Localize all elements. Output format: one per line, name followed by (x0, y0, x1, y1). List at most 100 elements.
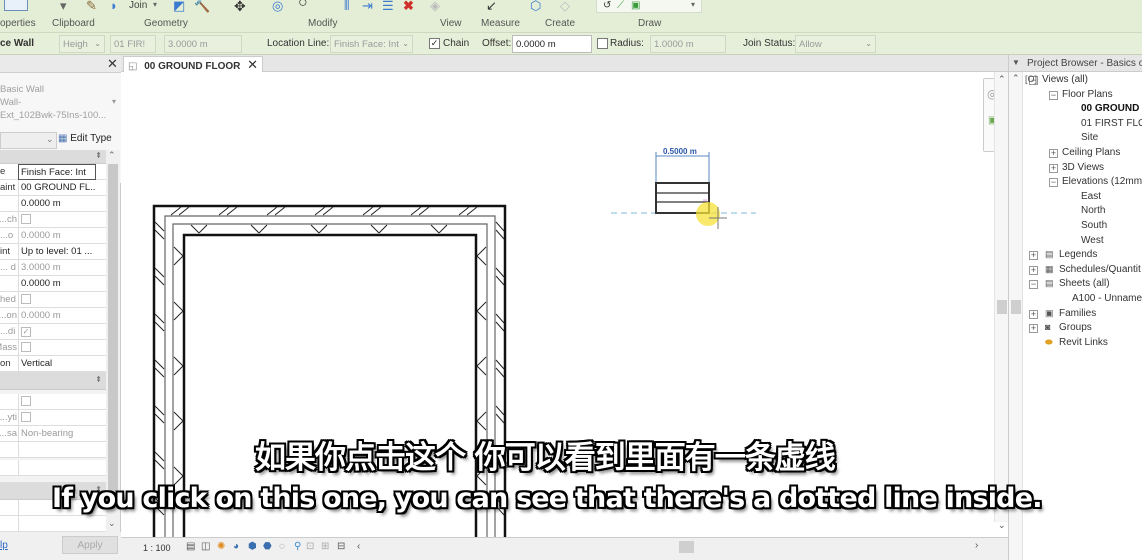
move-icon[interactable]: ✥ (234, 0, 246, 13)
tree-item[interactable]: Views (all) (1042, 74, 1088, 85)
property-row[interactable]: int Up to level: 01 ... (0, 244, 106, 260)
property-row[interactable]: d ... 3.0000 m (0, 260, 106, 276)
view-icon[interactable]: ◈ (430, 0, 440, 12)
array-icon[interactable]: ☰ (382, 0, 394, 12)
arc-icon[interactable]: ↺ (603, 0, 611, 11)
temporary-hide-icon[interactable]: ◌ (279, 541, 285, 552)
join-icon[interactable]: ◗ (110, 0, 118, 12)
canvas-horizontal-scrollbar[interactable]: › (371, 540, 991, 554)
property-checkbox[interactable]: ✓ (21, 327, 31, 337)
create-component-icon[interactable]: ⬡ (530, 0, 541, 12)
create-group-icon[interactable]: ◇ (560, 0, 570, 12)
expand-node-icon[interactable]: + (1049, 149, 1058, 158)
temporary-view-properties-icon[interactable]: ⊡ (306, 541, 314, 552)
expand-node-icon[interactable]: + (1029, 251, 1038, 261)
draw-gallery[interactable]: ↺ ⟋ ▣ ▾ (596, 0, 702, 13)
tree-item[interactable]: 01 FIRST FLOC (1081, 118, 1142, 129)
align-icon[interactable]: ⫴ (344, 0, 349, 12)
property-row[interactable]: e Finish Face: Int (0, 164, 106, 180)
tree-item[interactable]: Groups (1059, 322, 1092, 333)
expand-node-icon[interactable]: + (1029, 265, 1038, 275)
measure-icon[interactable]: ↙ (486, 0, 497, 12)
scroll-down-icon[interactable]: ⌄ (108, 518, 116, 529)
shadows-icon[interactable]: ◕ (233, 541, 239, 552)
height-value-field[interactable]: 3.0000 m (164, 35, 242, 53)
view-scale[interactable]: 1 : 100 (143, 543, 171, 553)
tree-item[interactable]: A100 - Unnamed (1072, 293, 1142, 304)
tree-item[interactable]: Legends (1059, 249, 1097, 260)
rotate-icon[interactable]: ○ (298, 0, 308, 11)
offset-icon[interactable]: ⇥ (362, 0, 373, 12)
property-value[interactable]: 0.0000 m (18, 308, 96, 324)
scroll-thumb[interactable] (1011, 300, 1021, 314)
tree-item[interactable]: South (1081, 220, 1107, 231)
property-checkbox[interactable] (21, 342, 31, 352)
chain-checkbox[interactable]: ✓ (429, 38, 440, 49)
property-value[interactable] (18, 410, 96, 426)
property-group-header[interactable]: ⇞ (0, 372, 106, 390)
property-value[interactable] (18, 212, 96, 228)
copy-icon[interactable]: ◎ (272, 0, 283, 12)
project-browser-menu-icon[interactable]: ▼ (1012, 58, 1020, 67)
property-checkbox[interactable] (21, 412, 31, 422)
temporary-dimension-label[interactable]: 0.5000 m (663, 147, 697, 156)
property-value[interactable] (18, 460, 96, 476)
tree-item[interactable]: Site (1081, 132, 1098, 143)
join-button[interactable]: Join (129, 0, 147, 11)
property-checkbox[interactable] (21, 396, 31, 406)
property-value[interactable]: Non-bearing (18, 426, 96, 442)
canvas-vertical-scrollbar[interactable]: ⌃ ⌄ (994, 72, 1008, 530)
tree-item[interactable]: Ceiling Plans (1062, 147, 1120, 158)
tree-item[interactable]: 3D Views (1062, 162, 1104, 173)
radius-value-field[interactable]: 1.0000 m (650, 35, 726, 53)
property-value[interactable]: 0.0000 m (18, 276, 96, 292)
property-value[interactable]: ✓ (18, 324, 96, 340)
scroll-up-icon[interactable]: ⌃ (1012, 73, 1020, 84)
crop-region-icon[interactable]: ⬣ (263, 541, 272, 552)
property-value[interactable] (18, 292, 96, 308)
tree-item[interactable]: East (1081, 191, 1101, 202)
property-value[interactable] (18, 394, 96, 410)
tab-00-ground-floor[interactable]: ◱ 00 GROUND FLOOR ✕ (123, 56, 264, 72)
sun-path-icon[interactable]: ✺ (217, 541, 225, 552)
scroll-down-icon[interactable]: ⌄ (998, 520, 1006, 531)
scroll-up-icon[interactable]: ⌃ (998, 74, 1006, 85)
location-line-select[interactable]: Finish Face: Int ⌄ (330, 35, 413, 53)
close-icon[interactable]: ✕ (107, 56, 118, 72)
scroll-up-icon[interactable]: ⌃ (108, 150, 116, 161)
cut-geometry-icon[interactable]: ◩ (173, 0, 185, 12)
property-row[interactable] (0, 516, 106, 532)
collapse-node-icon[interactable]: − (1049, 90, 1058, 100)
match-properties-icon[interactable]: ✎ (86, 0, 97, 12)
collapse-node-icon[interactable]: − (1049, 178, 1058, 188)
close-tab-icon[interactable]: ✕ (247, 57, 258, 72)
expand-node-icon[interactable]: + (1029, 309, 1038, 319)
analytical-model-icon[interactable]: ⊞ (321, 541, 329, 552)
property-row[interactable] (0, 460, 106, 476)
property-row[interactable]: on Vertical (0, 356, 106, 372)
property-value[interactable]: 0.0000 m (18, 228, 96, 244)
collapse-node-icon[interactable]: − (1029, 280, 1038, 290)
tree-item[interactable]: Schedules/Quantit (1059, 264, 1141, 275)
property-value[interactable]: 00 GROUND FL... (18, 180, 96, 196)
expand-node-icon[interactable]: + (1029, 324, 1038, 334)
demolish-icon[interactable]: 🔨 (194, 0, 210, 12)
tree-item[interactable]: North (1081, 205, 1105, 216)
join-dropdown-icon[interactable]: ▾ (153, 0, 157, 9)
property-value[interactable]: Finish Face: Int (18, 164, 96, 180)
edit-type-button[interactable]: ▦ Edit Type (58, 133, 112, 148)
property-value[interactable] (18, 340, 96, 356)
reveal-hidden-icon[interactable]: ⚲ (294, 541, 301, 552)
property-group-header[interactable]: ⇞ (0, 150, 106, 164)
instance-filter-select[interactable]: ⌄ (0, 132, 57, 149)
tree-item[interactable]: Families (1059, 308, 1096, 319)
pick-faces-icon[interactable]: ▣ (631, 0, 640, 11)
join-status-select[interactable]: Allow ⌄ (795, 35, 876, 53)
paste-icon[interactable]: ▾ (60, 0, 67, 12)
scroll-thumb[interactable] (997, 300, 1007, 314)
delete-icon[interactable]: ✖ (403, 0, 414, 12)
property-checkbox[interactable] (21, 214, 31, 224)
radius-checkbox[interactable] (597, 38, 608, 49)
property-row[interactable]: 0.0000 m (0, 276, 106, 292)
height-mode-select[interactable]: Heigh ⌄ (59, 35, 105, 53)
